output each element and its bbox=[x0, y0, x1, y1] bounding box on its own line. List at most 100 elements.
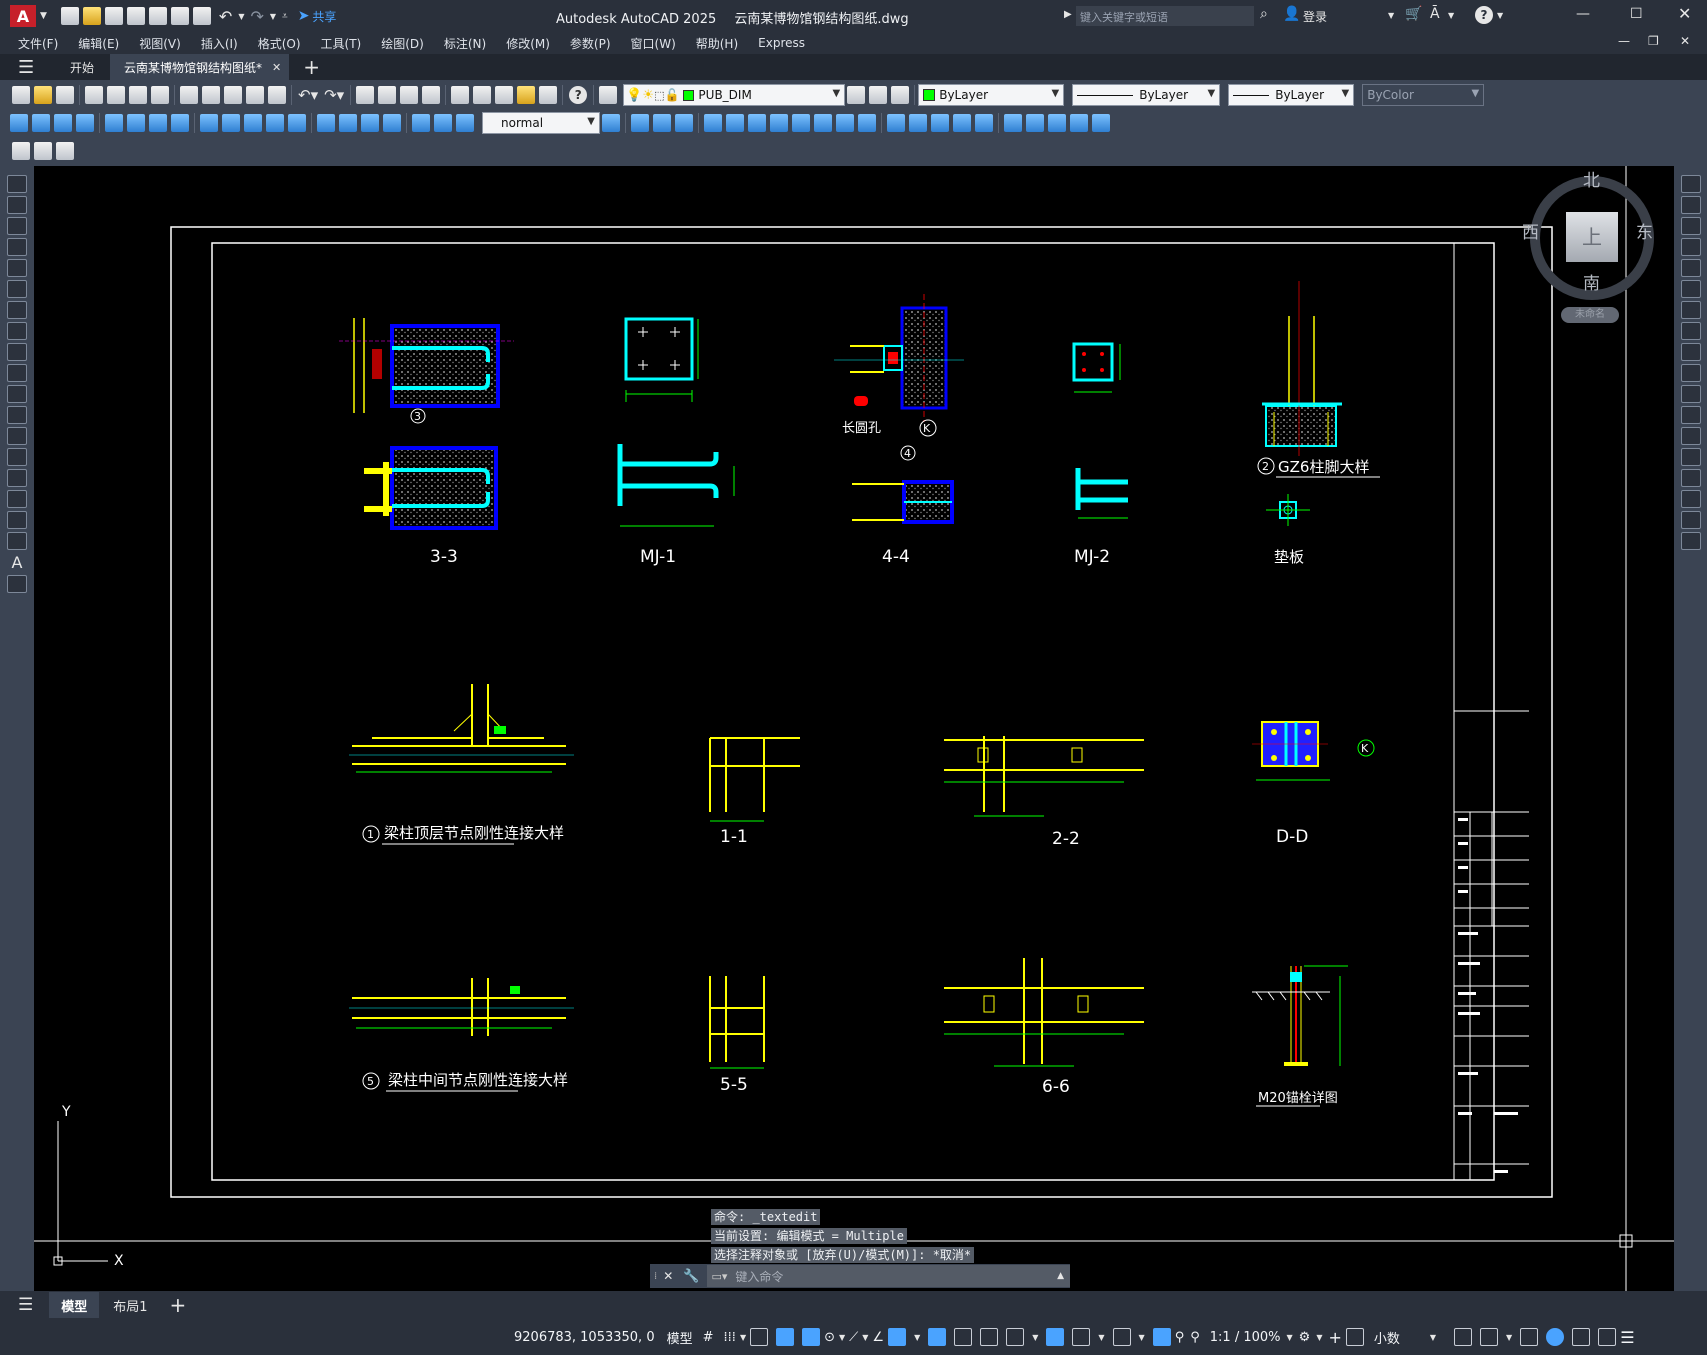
save-toolbar-icon[interactable] bbox=[56, 86, 74, 104]
gizmo-icon[interactable] bbox=[1112, 1328, 1131, 1346]
construction-line-icon[interactable] bbox=[7, 196, 27, 214]
coordinates-display[interactable]: 9206783, 1053350, 0 bbox=[514, 1330, 655, 1345]
quick-dim-icon[interactable] bbox=[200, 114, 218, 132]
chevron-down-icon[interactable]: ▼ bbox=[1208, 88, 1216, 99]
snap-dropdown-icon[interactable]: ▼ bbox=[740, 1333, 746, 1342]
tab-close-icon[interactable]: ✕ bbox=[272, 61, 281, 74]
move-icon[interactable] bbox=[748, 114, 766, 132]
menu-draw[interactable]: 绘图(D) bbox=[371, 35, 434, 52]
command-customize-icon[interactable]: 🔧 bbox=[683, 1269, 699, 1284]
inspection-icon[interactable] bbox=[361, 114, 379, 132]
dim-space-icon[interactable] bbox=[266, 114, 284, 132]
maximize-icon[interactable]: ☐ bbox=[1630, 6, 1643, 22]
open-icon[interactable] bbox=[34, 86, 52, 104]
polygon-icon[interactable] bbox=[7, 238, 27, 256]
spline-icon[interactable] bbox=[7, 343, 27, 361]
dynamic-input-icon[interactable] bbox=[776, 1328, 795, 1346]
polar-dropdown-icon[interactable]: ▼ bbox=[839, 1333, 845, 1342]
publish-icon[interactable] bbox=[129, 86, 147, 104]
ucs-menu-button[interactable]: 未命名 bbox=[1561, 307, 1619, 323]
menu-edit[interactable]: 编辑(E) bbox=[68, 35, 129, 52]
command-close-icon[interactable]: ✕ bbox=[663, 1269, 673, 1283]
insert-block-icon[interactable] bbox=[7, 406, 27, 424]
menu-help[interactable]: 帮助(H) bbox=[686, 35, 748, 52]
polar-tracking-icon[interactable]: ⊙ bbox=[824, 1330, 835, 1345]
search-icon[interactable]: ⌕ bbox=[1260, 6, 1268, 22]
jogged-linear-icon[interactable] bbox=[383, 114, 401, 132]
osnap-dropdown-icon[interactable]: ▼ bbox=[914, 1333, 920, 1342]
annotation-scale-icon[interactable]: ⚲ bbox=[1190, 1330, 1200, 1345]
help-icon[interactable]: ? bbox=[1475, 6, 1493, 24]
make-current-layer-icon[interactable] bbox=[847, 86, 866, 104]
design-center-icon[interactable] bbox=[473, 86, 492, 104]
save-web-icon[interactable] bbox=[170, 7, 189, 25]
gizmo-dropdown-icon[interactable]: ▼ bbox=[1139, 1333, 1145, 1342]
quick-properties-icon[interactable] bbox=[1454, 1328, 1473, 1346]
table-icon[interactable] bbox=[7, 532, 27, 550]
gradient-icon[interactable] bbox=[7, 490, 27, 508]
break-icon[interactable] bbox=[887, 114, 905, 132]
object-snap-icon[interactable] bbox=[888, 1328, 907, 1346]
tab-active-drawing[interactable]: 云南某博物馆钢结构图纸* ✕ bbox=[110, 54, 290, 80]
move-side-icon[interactable] bbox=[1680, 280, 1701, 298]
color-dropdown[interactable]: ByLayer ▼ bbox=[918, 84, 1065, 106]
menu-view[interactable]: 视图(V) bbox=[129, 35, 191, 52]
dim-arc-icon[interactable] bbox=[54, 114, 72, 132]
viewcube-east[interactable]: 东 bbox=[1636, 218, 1653, 243]
offset-side-icon[interactable] bbox=[1680, 238, 1701, 256]
redo-dropdown-icon[interactable]: ▼ bbox=[270, 12, 276, 21]
save-as-icon[interactable] bbox=[126, 7, 145, 25]
dim-style-icon[interactable] bbox=[602, 114, 620, 132]
edit-spline-icon[interactable] bbox=[1048, 114, 1066, 132]
clean-screen-icon[interactable] bbox=[1598, 1328, 1617, 1346]
paste-icon[interactable] bbox=[224, 86, 242, 104]
chevron-down-icon[interactable]: ▼ bbox=[1052, 88, 1060, 99]
make-block-icon[interactable] bbox=[7, 427, 27, 445]
explode-side-icon[interactable] bbox=[1680, 532, 1701, 550]
close-icon[interactable]: ✕ bbox=[1678, 4, 1691, 23]
dim-update-icon[interactable] bbox=[456, 114, 474, 132]
center-mark-icon[interactable] bbox=[339, 114, 357, 132]
ellipse-arc-icon[interactable] bbox=[7, 385, 27, 403]
cart-icon[interactable]: 🛒 bbox=[1405, 6, 1422, 22]
erase-side-icon[interactable] bbox=[1680, 175, 1701, 193]
transparency-icon[interactable] bbox=[954, 1328, 973, 1346]
arc-icon[interactable] bbox=[7, 280, 27, 298]
dim-continue-icon[interactable] bbox=[244, 114, 262, 132]
performance-icon[interactable] bbox=[1572, 1328, 1591, 1346]
linetype-dropdown[interactable]: ByLayer ▼ bbox=[1072, 84, 1221, 106]
layout-menu-icon[interactable]: ☰ bbox=[18, 1295, 33, 1315]
explode-icon[interactable] bbox=[1004, 114, 1022, 132]
lock-dropdown-icon[interactable]: ▼ bbox=[1506, 1333, 1512, 1342]
plotstyle-dropdown[interactable]: ByColor ▼ bbox=[1362, 84, 1485, 106]
dim-radius-icon[interactable] bbox=[105, 114, 123, 132]
hamburger-menu-icon[interactable]: ☰ bbox=[18, 57, 46, 78]
isodraft-dropdown-icon[interactable]: ▼ bbox=[862, 1333, 868, 1342]
blend-icon[interactable] bbox=[975, 114, 993, 132]
viewcube-south[interactable]: 南 bbox=[1583, 269, 1600, 294]
array-side-icon[interactable] bbox=[1680, 259, 1701, 277]
properties-icon[interactable] bbox=[451, 86, 470, 104]
array-icon[interactable] bbox=[726, 114, 744, 132]
customization-icon[interactable]: ☰ bbox=[1620, 1328, 1634, 1347]
add-layout-button[interactable]: + bbox=[170, 1293, 187, 1317]
share-button[interactable]: 共享 bbox=[312, 8, 336, 25]
menu-file[interactable]: 文件(F) bbox=[0, 35, 68, 52]
add-selected-icon[interactable] bbox=[7, 575, 27, 593]
fillet-icon[interactable] bbox=[953, 114, 971, 132]
chevron-down-icon[interactable]: ▼ bbox=[833, 88, 841, 99]
line-icon[interactable] bbox=[7, 175, 27, 193]
copy-icon[interactable] bbox=[202, 86, 220, 104]
calculator-icon[interactable] bbox=[539, 86, 558, 104]
plot-icon[interactable] bbox=[192, 7, 211, 25]
filter-dropdown-icon[interactable]: ▼ bbox=[1098, 1333, 1104, 1342]
menu-modify[interactable]: 修改(M) bbox=[496, 35, 560, 52]
undo-toolbar-icon[interactable]: ↶▾ bbox=[298, 86, 318, 104]
dim-aligned-icon[interactable] bbox=[32, 114, 50, 132]
redo-icon[interactable]: ↷ bbox=[250, 7, 263, 26]
search-expand-icon[interactable]: ▶ bbox=[1064, 9, 1072, 20]
erase-icon[interactable] bbox=[631, 114, 649, 132]
dim-text-edit-icon[interactable] bbox=[434, 114, 452, 132]
zoom-window-icon[interactable] bbox=[400, 86, 419, 104]
offset-icon[interactable] bbox=[704, 114, 722, 132]
